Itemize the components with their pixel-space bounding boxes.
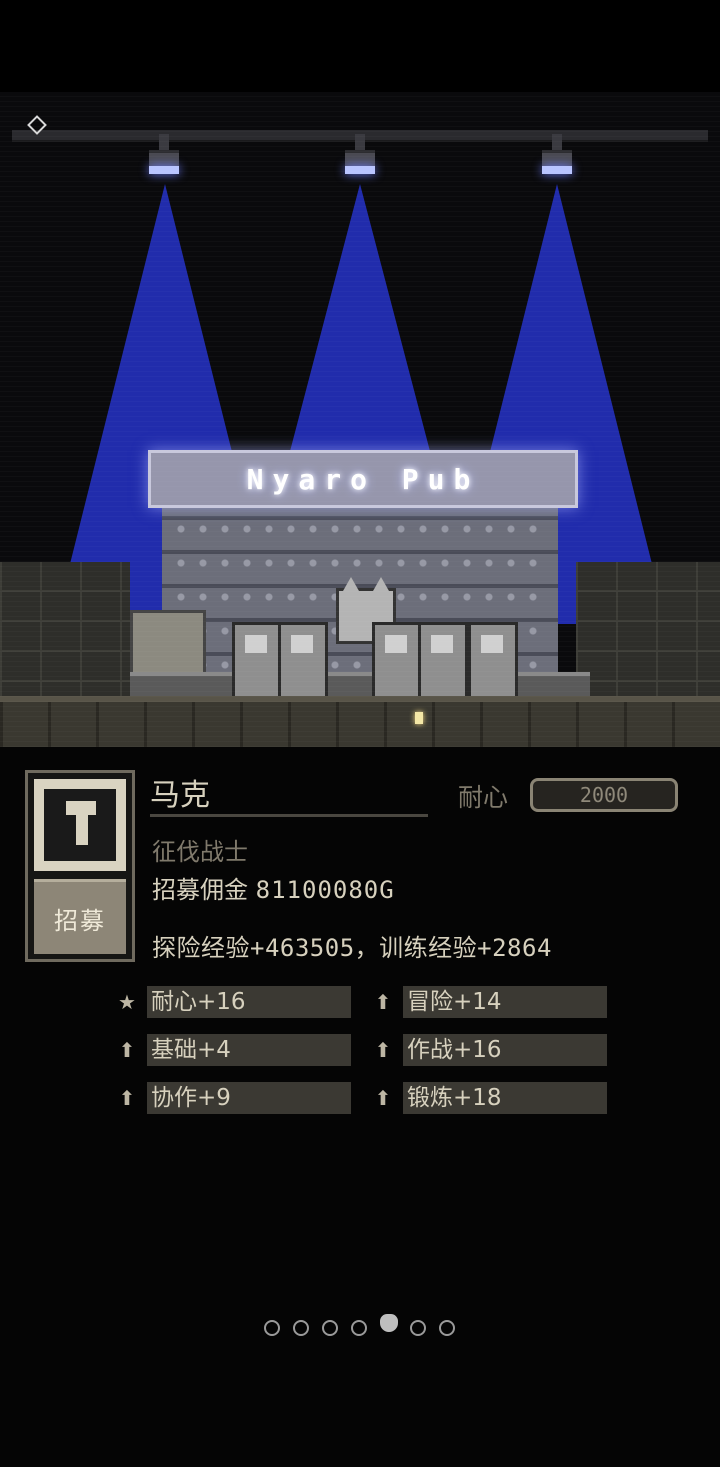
crates-right — [576, 562, 720, 712]
experience-text: 探险经验+463505，训练经验+2864 — [152, 934, 552, 962]
tavern-floor — [0, 696, 720, 747]
top-letterbox — [0, 0, 720, 92]
recruit-fee-label: 招募佣金 — [152, 876, 248, 904]
hero-portrait-card: 招募 — [25, 770, 135, 962]
spotlight-lamp-right — [540, 134, 574, 182]
pub-scene: Nyaro Pub — [0, 92, 720, 747]
recruit-button[interactable]: 招募 — [34, 879, 126, 954]
arrow-up-icon: ⬆ — [374, 990, 392, 1014]
hero-name: 马克 — [150, 778, 210, 813]
adventurer-middle-c[interactable] — [418, 622, 468, 700]
stat-label: 作战+16 — [403, 1034, 607, 1066]
arrow-up-icon: ⬆ — [118, 1086, 136, 1110]
adventurer-middle-b[interactable] — [372, 622, 422, 700]
patience-bar: 2000 — [530, 778, 678, 812]
stat-label: 锻炼+18 — [403, 1082, 607, 1114]
arrow-up-icon: ⬆ — [374, 1086, 392, 1110]
pub-sign: Nyaro Pub — [148, 450, 578, 508]
stat-label: 耐心+16 — [147, 986, 351, 1018]
knight-helmet-icon — [34, 779, 126, 871]
recruit-fee-value: 81100080G — [255, 876, 395, 904]
crates-left — [0, 562, 130, 712]
hero-class: 征伐战士 — [152, 838, 248, 866]
page-dot-active[interactable] — [380, 1314, 398, 1332]
stat-label: 冒险+14 — [403, 986, 607, 1018]
stat-label: 基础+4 — [147, 1034, 351, 1066]
adventurer-right[interactable] — [468, 622, 518, 700]
arrow-up-icon: ⬆ — [118, 1038, 136, 1062]
patience-value: 2000 — [579, 783, 629, 807]
adventurer-middle-a[interactable] — [278, 622, 328, 700]
page-dot[interactable] — [410, 1320, 426, 1336]
page-dot[interactable] — [293, 1320, 309, 1336]
page-indicator — [262, 1314, 462, 1346]
adventurer-left[interactable] — [232, 622, 282, 700]
page-dot[interactable] — [351, 1320, 367, 1336]
spotlight-lamp-center — [343, 134, 377, 182]
page-dot[interactable] — [264, 1320, 280, 1336]
candle-icon — [415, 712, 423, 724]
recruit-fee: 招募佣金 81100080G — [152, 870, 395, 905]
page-dot[interactable] — [322, 1320, 338, 1336]
name-divider — [150, 814, 428, 817]
arrow-up-icon: ⬆ — [374, 1038, 392, 1062]
page-dot[interactable] — [439, 1320, 455, 1336]
spotlight-lamp-left — [147, 134, 181, 182]
pub-sign-text: Nyaro Pub — [246, 462, 480, 496]
star-icon: ★ — [118, 990, 136, 1014]
patience-label: 耐心 — [458, 783, 509, 812]
stat-label: 协作+9 — [147, 1082, 351, 1114]
